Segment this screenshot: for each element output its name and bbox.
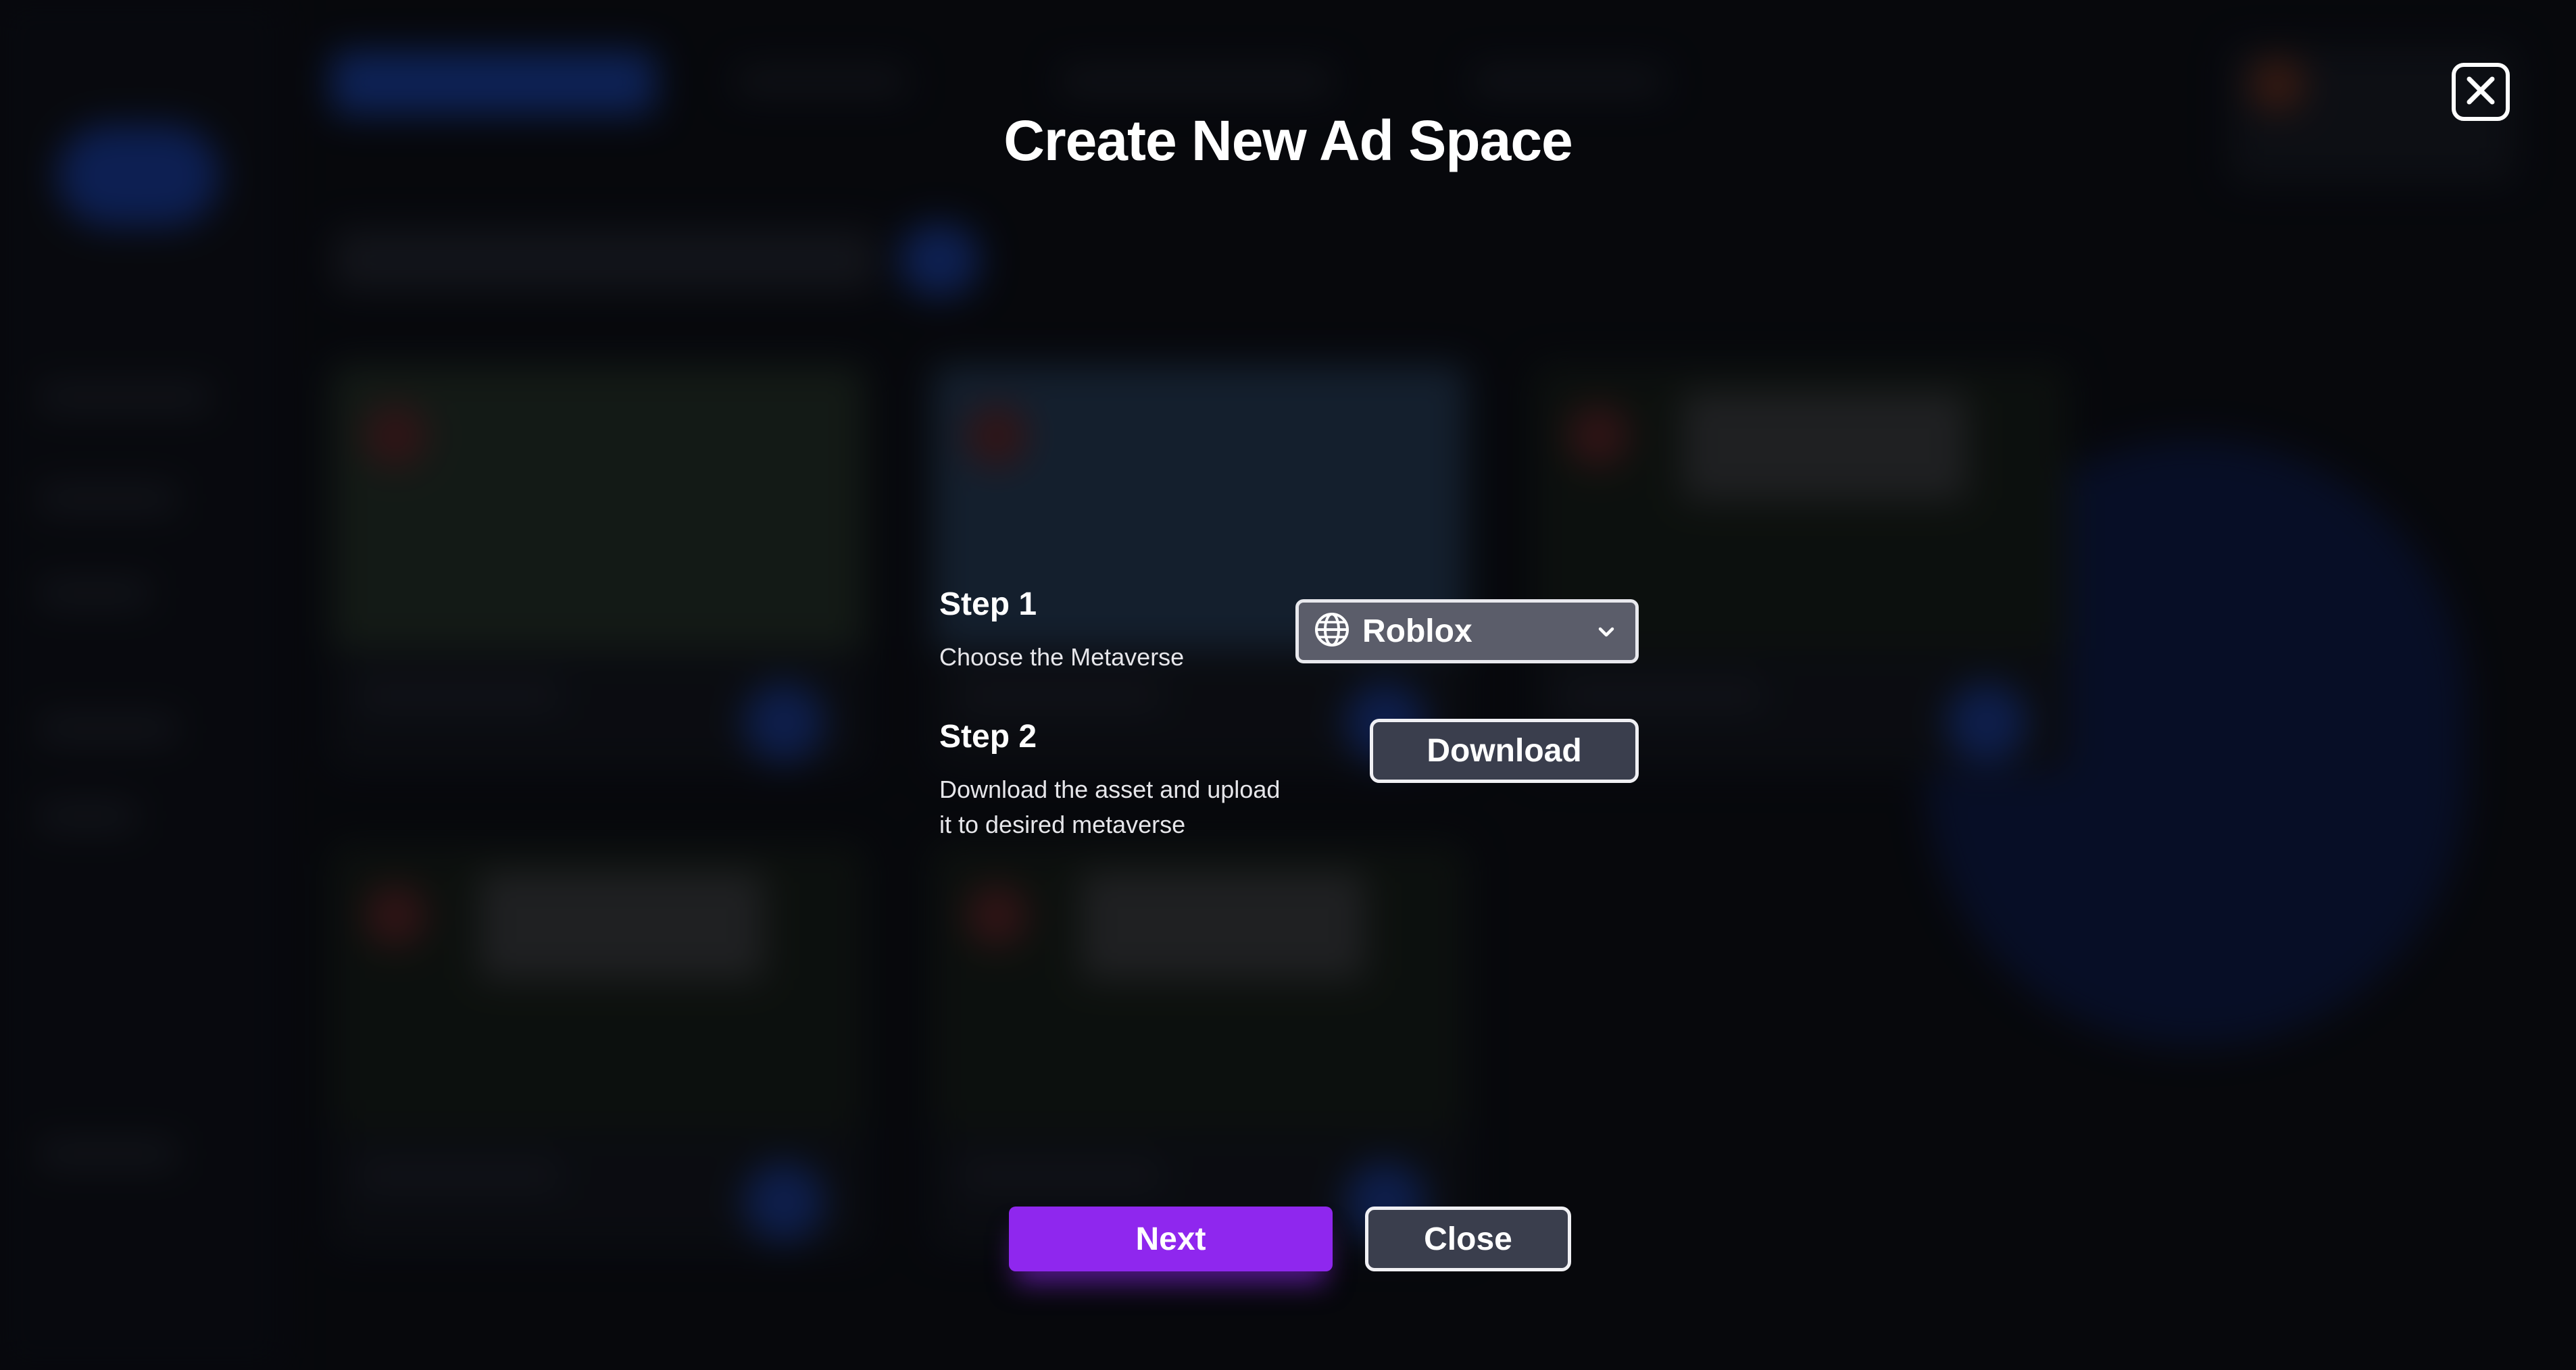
metaverse-select-value: Roblox [1362, 613, 1472, 649]
modal-title: Create New Ad Space [1004, 109, 1573, 172]
chevron-down-icon [1593, 619, 1619, 648]
download-button[interactable]: Download [1370, 719, 1639, 783]
metaverse-select[interactable]: Roblox [1295, 599, 1639, 663]
step1-description: Choose the Metaverse [939, 643, 1185, 671]
close-x-icon [2464, 74, 2498, 111]
step2-title: Step 2 [939, 719, 1037, 755]
globe-icon [1314, 611, 1350, 651]
step2-description-line2: it to desired metaverse [939, 811, 1186, 838]
step1-title: Step 1 [939, 586, 1037, 622]
step2-description-line1: Download the asset and upload [939, 776, 1281, 803]
create-ad-space-modal: Create New Ad Space Step 1 Choose the Me… [0, 0, 2576, 1370]
close-button[interactable]: Close [1365, 1207, 1571, 1271]
next-button[interactable]: Next [1009, 1207, 1333, 1271]
